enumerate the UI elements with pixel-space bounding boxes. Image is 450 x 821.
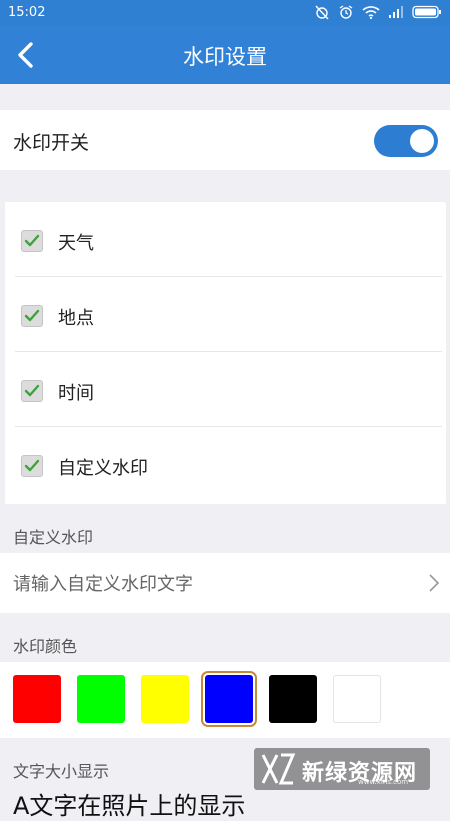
option-label: 自定义水印: [58, 458, 148, 479]
chevron-right-icon: [429, 574, 440, 592]
check-icon: [24, 459, 40, 472]
site-watermark-url: www.xlhs.com: [358, 778, 409, 786]
option-label: 地点: [58, 308, 94, 329]
alarm-clock-icon: [339, 5, 353, 19]
signal-icon: [389, 6, 403, 18]
color-swatch-red[interactable]: [13, 675, 61, 723]
color-swatch-blue[interactable]: [201, 671, 257, 727]
option-label: 天气: [58, 233, 94, 254]
watermark-switch-label: 水印开关: [13, 132, 90, 154]
custom-watermark-placeholder: 请输入自定义水印文字: [13, 574, 193, 595]
site-logo-icon: [261, 753, 296, 785]
status-time: 15:02: [8, 5, 46, 20]
site-watermark: 新绿资源网 www.xlhs.com: [254, 748, 430, 790]
wifi-icon: [362, 6, 380, 19]
check-icon: [24, 309, 40, 322]
check-icon: [24, 234, 40, 247]
color-swatch-green[interactable]: [77, 675, 125, 723]
page-title: 水印设置: [183, 45, 267, 69]
color-swatch-yellow[interactable]: [141, 675, 189, 723]
text-size-preview: A文字在照片上的显示: [13, 792, 246, 820]
color-swatches: [0, 662, 450, 738]
header-bar: 水印设置: [0, 26, 450, 84]
text-size-section-title: 文字大小显示: [13, 762, 110, 781]
custom-watermark-input[interactable]: 请输入自定义水印文字: [0, 553, 450, 613]
check-icon: [24, 384, 40, 397]
option-location[interactable]: 地点: [5, 277, 446, 352]
checkbox-weather[interactable]: [21, 230, 43, 252]
color-swatch-black[interactable]: [269, 675, 317, 723]
watermark-toggle[interactable]: [374, 125, 438, 157]
checkbox-location[interactable]: [21, 305, 43, 327]
watermark-switch-row: 水印开关: [0, 110, 450, 170]
status-icons: [314, 4, 442, 20]
option-weather[interactable]: 天气: [5, 202, 446, 277]
watermark-options: 天气 地点 时间 自定义水印: [5, 202, 446, 504]
status-bar: 15:02: [0, 0, 450, 26]
toggle-knob: [410, 129, 434, 153]
option-custom-watermark[interactable]: 自定义水印: [5, 427, 446, 502]
option-label: 时间: [58, 383, 94, 404]
custom-watermark-section-title: 自定义水印: [13, 528, 94, 547]
alarm-off-icon: [315, 5, 329, 20]
checkbox-custom-watermark[interactable]: [21, 455, 43, 477]
color-swatch-white[interactable]: [333, 675, 381, 723]
battery-icon: [412, 5, 441, 19]
checkbox-time[interactable]: [21, 380, 43, 402]
option-time[interactable]: 时间: [5, 352, 446, 427]
color-section-title: 水印颜色: [13, 637, 78, 656]
